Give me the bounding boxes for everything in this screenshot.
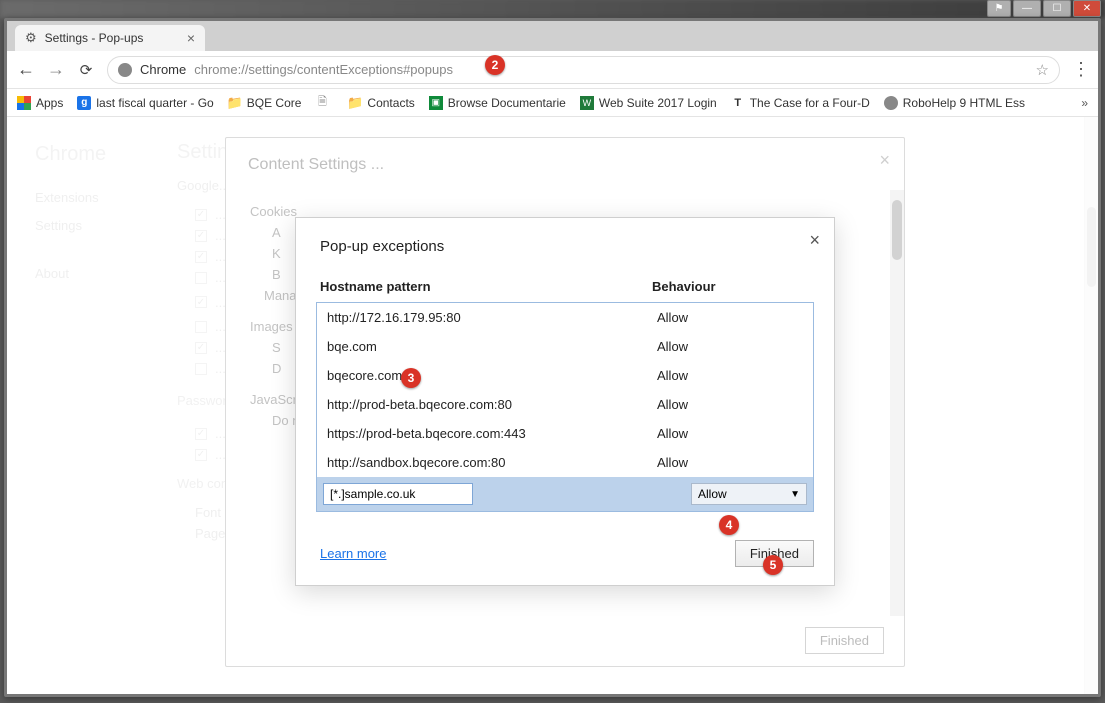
modal-title: Pop-up exceptions — [316, 238, 814, 259]
folder-icon: 📁 — [348, 96, 362, 110]
bookmark-item[interactable]: T The Case for a Four-D — [731, 96, 870, 110]
table-row[interactable]: https://prod-beta.bqecore.com:443 Allow — [317, 419, 813, 448]
back-button[interactable]: ← — [17, 61, 35, 79]
table-header: Hostname pattern Behaviour — [316, 259, 814, 302]
popup-exceptions-modal: Pop-up exceptions × Hostname pattern Beh… — [295, 217, 835, 586]
titlebar-close-button[interactable]: ✕ — [1073, 0, 1101, 17]
option-text: D — [272, 361, 281, 376]
titlebar-minimize-button[interactable]: — — [1013, 0, 1041, 17]
apps-icon — [17, 96, 31, 110]
behaviour-cell: Allow — [657, 310, 803, 325]
select-value: Allow — [698, 487, 727, 501]
site-icon: ▣ — [429, 96, 443, 110]
table-row[interactable]: http://sandbox.bqecore.com:80 Allow — [317, 448, 813, 477]
titlebar-user-icon[interactable]: ⚑ — [987, 0, 1011, 17]
behaviour-cell: Allow — [657, 426, 803, 441]
bookmark-item[interactable]: g last fiscal quarter - Go — [77, 96, 213, 110]
annotation-4: 4 — [719, 515, 739, 535]
col-behaviour-header: Behaviour — [652, 279, 716, 294]
bookmark-label: The Case for a Four-D — [750, 96, 870, 110]
reload-button[interactable]: ⟳ — [77, 61, 95, 79]
bookmark-label: BQE Core — [247, 96, 302, 110]
forward-button: → — [47, 61, 65, 79]
apps-shortcut[interactable]: Apps — [17, 96, 63, 110]
host-cell: http://172.16.179.95:80 — [327, 310, 657, 325]
modal-scrollbar — [890, 190, 904, 616]
annotation-5: 5 — [763, 555, 783, 575]
behaviour-cell: Allow — [657, 397, 803, 412]
behaviour-cell: Allow — [657, 368, 803, 383]
bookmark-label: Browse Documentarie — [448, 96, 566, 110]
tab-settings[interactable]: ⚙ Settings - Pop-ups × — [15, 25, 205, 51]
exceptions-table: http://172.16.179.95:80 Allow bqe.com Al… — [316, 302, 814, 512]
behaviour-cell: Allow — [657, 455, 803, 470]
annotation-3: 3 — [401, 368, 421, 388]
table-row[interactable]: http://prod-beta.bqecore.com:80 Allow — [317, 390, 813, 419]
behaviour-select[interactable]: Allow ▼ — [691, 483, 807, 505]
site-label: Chrome — [140, 62, 186, 77]
col-hostname-header: Hostname pattern — [320, 279, 652, 294]
folder-icon: 📁 — [228, 96, 242, 110]
option-text: K — [272, 246, 281, 261]
table-row[interactable]: bqe.com Allow — [317, 332, 813, 361]
tab-strip: ⚙ Settings - Pop-ups × — [7, 21, 1098, 51]
bookmark-item[interactable]: RoboHelp 9 HTML Ess — [884, 96, 1025, 110]
option-text: S — [272, 340, 281, 355]
bookmark-label: Web Suite 2017 Login — [599, 96, 717, 110]
bookmark-label: last fiscal quarter - Go — [96, 96, 213, 110]
host-cell: http://sandbox.bqecore.com:80 — [327, 455, 657, 470]
host-cell: https://prod-beta.bqecore.com:443 — [327, 426, 657, 441]
host-cell: bqe.com — [327, 339, 657, 354]
bookmarks-overflow-button[interactable]: » — [1081, 96, 1088, 110]
tab-close-icon[interactable]: × — [187, 30, 195, 46]
close-icon[interactable]: × — [809, 230, 820, 251]
bookmark-item[interactable]: W Web Suite 2017 Login — [580, 96, 717, 110]
finished-button-ghost: Finished — [805, 627, 884, 654]
new-exception-row: Allow ▼ — [317, 477, 813, 511]
chevron-down-icon: ▼ — [790, 489, 800, 500]
host-cell: http://prod-beta.bqecore.com:80 — [327, 397, 657, 412]
bookmark-item[interactable]: 📁 BQE Core — [228, 96, 302, 110]
titlebar-maximize-button[interactable]: ☐ — [1043, 0, 1071, 17]
bookmark-item[interactable]: ▣ Browse Documentarie — [429, 96, 566, 110]
page-content: Chrome Extensions Settings About Setting… — [7, 117, 1098, 694]
host-cell: bqecore.com — [327, 368, 657, 383]
browser-window: ⚙ Settings - Pop-ups × ← → ⟳ Chrome chro… — [4, 18, 1101, 697]
site-info-icon[interactable] — [118, 63, 132, 77]
bookmark-item[interactable]: 🗎 — [315, 96, 334, 110]
document-icon: 🗎 — [315, 96, 329, 110]
option-text: A — [272, 225, 281, 240]
url-text: chrome://settings/contentExceptions#popu… — [194, 62, 453, 77]
modal-title: Content Settings ... — [226, 138, 904, 182]
site-icon — [884, 96, 898, 110]
main-menu-button[interactable]: ⋮ — [1072, 59, 1088, 80]
apps-label: Apps — [36, 96, 63, 110]
gear-icon: ⚙ — [25, 30, 37, 46]
option-text: B — [272, 267, 281, 282]
bookmark-star-icon[interactable]: ☆ — [1036, 61, 1049, 79]
google-icon: g — [77, 96, 91, 110]
table-row[interactable]: bqecore.com Allow — [317, 361, 813, 390]
bookmarks-bar: Apps g last fiscal quarter - Go 📁 BQE Core… — [7, 89, 1098, 117]
learn-more-link[interactable]: Learn more — [320, 546, 386, 561]
bookmark-item[interactable]: 📁 Contacts — [348, 96, 414, 110]
address-bar[interactable]: Chrome chrome://settings/contentExceptio… — [107, 56, 1060, 84]
annotation-2: 2 — [485, 55, 505, 75]
close-icon: × — [879, 150, 890, 171]
site-icon: T — [731, 96, 745, 110]
tab-title: Settings - Pop-ups — [45, 31, 144, 45]
site-icon: W — [580, 96, 594, 110]
toolbar: ← → ⟳ Chrome chrome://settings/contentEx… — [7, 51, 1098, 89]
hostname-pattern-input[interactable] — [323, 483, 473, 505]
bookmark-label: Contacts — [367, 96, 414, 110]
behaviour-cell: Allow — [657, 339, 803, 354]
bookmark-label: RoboHelp 9 HTML Ess — [903, 96, 1025, 110]
table-row[interactable]: http://172.16.179.95:80 Allow — [317, 303, 813, 332]
